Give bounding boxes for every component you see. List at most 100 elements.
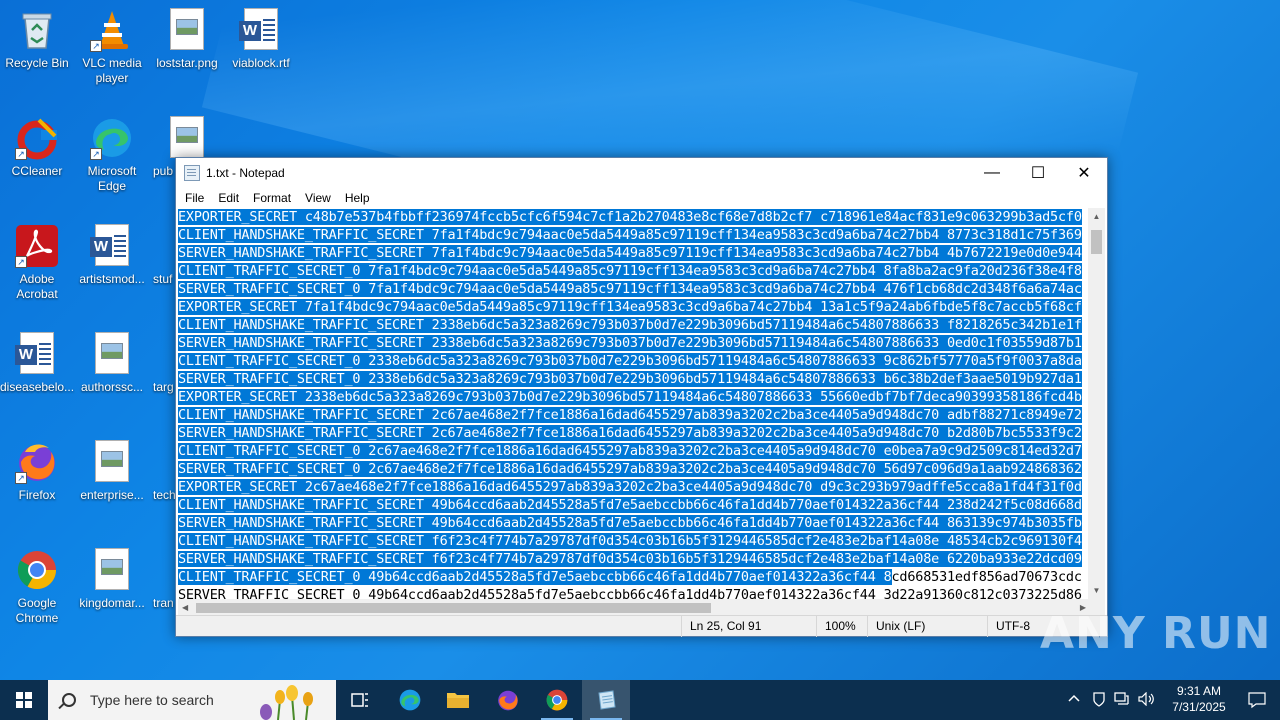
start-button[interactable]	[0, 680, 48, 720]
text-line: CLIENT_HANDSHAKE_TRAFFIC_SECRET 2338eb6d…	[178, 317, 1082, 333]
desktop-icon-viablock-rtf[interactable]: W viablock.rtf	[224, 8, 298, 71]
taskbar-file-explorer[interactable]	[434, 680, 482, 720]
desktop-icon-kingdomar[interactable]: kingdomar...	[75, 548, 149, 611]
network-icon[interactable]	[1114, 692, 1130, 709]
text-line: SERVER_TRAFFIC_SECRET_0 2c67ae468e2f7fce…	[178, 461, 1082, 477]
taskbar-chrome[interactable]	[533, 680, 581, 720]
maximize-button[interactable]: ☐	[1015, 158, 1061, 187]
icon-label: CCleaner	[11, 164, 63, 178]
search-icon	[62, 693, 76, 707]
desktop-icon-diseasebelo[interactable]: W diseasebelo...	[0, 332, 74, 395]
desktop-icon-ccleaner[interactable]: ↗ CCleaner	[0, 116, 74, 179]
shortcut-arrow-icon: ↗	[15, 256, 27, 268]
close-button[interactable]: ✕	[1061, 158, 1107, 187]
icon-label: loststar.png	[156, 56, 218, 70]
menu-view[interactable]: View	[298, 191, 338, 205]
image-file-icon	[90, 332, 134, 376]
desktop-icon-firefox[interactable]: ↗ Firefox	[0, 440, 74, 503]
text-line: EXPORTER_SECRET 2c67ae468e2f7fce1886a16d…	[178, 479, 1082, 495]
icon-label: kingdomar...	[79, 596, 145, 610]
firefox-icon: ↗	[15, 440, 59, 484]
security-shield-icon[interactable]	[1092, 691, 1106, 710]
icon-label: diseasebelo...	[0, 380, 75, 394]
clock[interactable]: 9:31 AM 7/31/2025	[1164, 683, 1234, 715]
chrome-icon	[546, 689, 568, 711]
text-line: SERVER_TRAFFIC_SECRET_0 2338eb6dc5a323a8…	[178, 371, 1082, 387]
recycle-bin-icon	[15, 8, 59, 52]
status-bar: Ln 25, Col 91 100% Unix (LF) UTF-8	[176, 615, 1107, 637]
desktop-icon-authorssc[interactable]: authorssc...	[75, 332, 149, 395]
text-line: EXPORTER_SECRET c48b7e537b4fbbff236974fc…	[178, 209, 1082, 225]
text-line: SERVER_HANDSHAKE_TRAFFIC_SECRET 7fa1f4bd…	[178, 245, 1082, 261]
desktop-icon-vlc[interactable]: ↗ VLC media player	[75, 8, 149, 86]
firefox-icon	[498, 690, 518, 711]
ccleaner-icon: ↗	[15, 116, 59, 160]
taskbar-notepad[interactable]	[582, 680, 630, 720]
search-placeholder: Type here to search	[90, 692, 214, 708]
icon-label: Microsoft Edge	[87, 164, 137, 193]
acrobat-icon: ↗	[15, 224, 59, 268]
windows-logo-icon	[16, 692, 32, 708]
scroll-up-arrow-icon[interactable]: ▲	[1088, 208, 1105, 225]
system-tray: 9:31 AM 7/31/2025	[1060, 680, 1280, 720]
desktop-icon-enterprise[interactable]: enterprise...	[75, 440, 149, 503]
icon-label: authorssc...	[80, 380, 144, 394]
text-line: SERVER_HANDSHAKE_TRAFFIC_SECRET f6f23c4f…	[178, 551, 1082, 567]
vlc-cone-icon: ↗	[90, 8, 134, 52]
text-line: CLIENT_TRAFFIC_SECRET_0 2338eb6dc5a323a8…	[178, 353, 1082, 369]
clock-time: 9:31 AM	[1176, 684, 1222, 698]
taskbar-edge[interactable]	[386, 680, 434, 720]
clock-date: 7/31/2025	[1172, 700, 1226, 714]
notepad-window[interactable]: 1.txt - Notepad — ☐ ✕ File Edit Format V…	[175, 157, 1108, 637]
menu-help[interactable]: Help	[338, 191, 377, 205]
horizontal-scrollbar[interactable]: ◀ ▶	[178, 599, 1090, 616]
icon-label: Google Chrome	[15, 596, 59, 625]
minimize-button[interactable]: —	[969, 158, 1015, 187]
volume-icon[interactable]	[1138, 691, 1156, 709]
text-line: EXPORTER_SECRET 7fa1f4bdc9c794aac0e5da54…	[178, 299, 1082, 315]
desktop-icon-recycle-bin[interactable]: Recycle Bin	[0, 8, 74, 71]
line-ending: Unix (LF)	[867, 616, 925, 637]
menu-format[interactable]: Format	[246, 191, 298, 205]
shortcut-arrow-icon: ↗	[90, 148, 102, 160]
vertical-scroll-thumb[interactable]	[1091, 230, 1102, 254]
title-bar[interactable]: 1.txt - Notepad — ☐ ✕	[176, 158, 1107, 187]
chevron-up-icon[interactable]	[1068, 692, 1080, 706]
text-line: CLIENT_HANDSHAKE_TRAFFIC_SECRET 2c67ae46…	[178, 407, 1082, 423]
icon-label: Recycle Bin	[5, 56, 69, 70]
desktop-icon-chrome[interactable]: Google Chrome	[0, 548, 74, 626]
shortcut-arrow-icon: ↗	[15, 472, 27, 484]
encoding: UTF-8	[987, 616, 1030, 637]
menu-file[interactable]: File	[178, 191, 211, 205]
anyrun-watermark: ANY RUN	[1040, 608, 1272, 659]
desktop-icon-edge[interactable]: ↗ Microsoft Edge	[75, 116, 149, 194]
vertical-scrollbar[interactable]: ▲ ▼	[1088, 208, 1105, 599]
scroll-left-arrow-icon[interactable]: ◀	[182, 599, 188, 616]
text-line: SERVER_HANDSHAKE_TRAFFIC_SECRET 49b64ccd…	[178, 515, 1082, 531]
image-file-icon	[165, 8, 209, 52]
image-file-icon	[90, 440, 134, 484]
scroll-down-arrow-icon[interactable]: ▼	[1088, 582, 1105, 599]
task-view-button[interactable]	[336, 680, 384, 720]
folder-icon	[447, 693, 469, 708]
desktop-icon-loststar-png[interactable]: loststar.png	[150, 8, 224, 71]
text-line: CLIENT_HANDSHAKE_TRAFFIC_SECRET 7fa1f4bd…	[178, 227, 1082, 243]
icon-label: artistsmod...	[79, 272, 145, 286]
desktop-icon-artistsmod[interactable]: W artistsmod...	[75, 224, 149, 287]
notifications-icon[interactable]	[1248, 691, 1266, 712]
icon-label: Firefox	[18, 488, 56, 502]
text-line-unselected-part: cd668531edf856ad70673cdc	[891, 569, 1082, 585]
text-editor[interactable]: EXPORTER_SECRET c48b7e537b4fbbff236974fc…	[178, 208, 1090, 599]
desktop-icon-acrobat[interactable]: ↗ Adobe Acrobat	[0, 224, 74, 302]
word-document-icon: W	[90, 224, 134, 268]
text-line: SERVER_TRAFFIC_SECRET_0 7fa1f4bdc9c794aa…	[178, 281, 1082, 297]
notepad-icon	[598, 690, 616, 710]
taskbar-search-box[interactable]: Type here to search	[48, 680, 336, 720]
text-line-partial: SERVER_TRAFFIC_SECRET_0 49b64ccd6aab2d45…	[178, 587, 1082, 599]
task-view-icon	[351, 693, 368, 707]
horizontal-scroll-thumb[interactable]	[196, 603, 711, 613]
menu-edit[interactable]: Edit	[211, 191, 246, 205]
zoom-level: 100%	[816, 616, 856, 637]
taskbar-firefox[interactable]	[484, 680, 532, 720]
image-file-icon	[90, 548, 134, 592]
